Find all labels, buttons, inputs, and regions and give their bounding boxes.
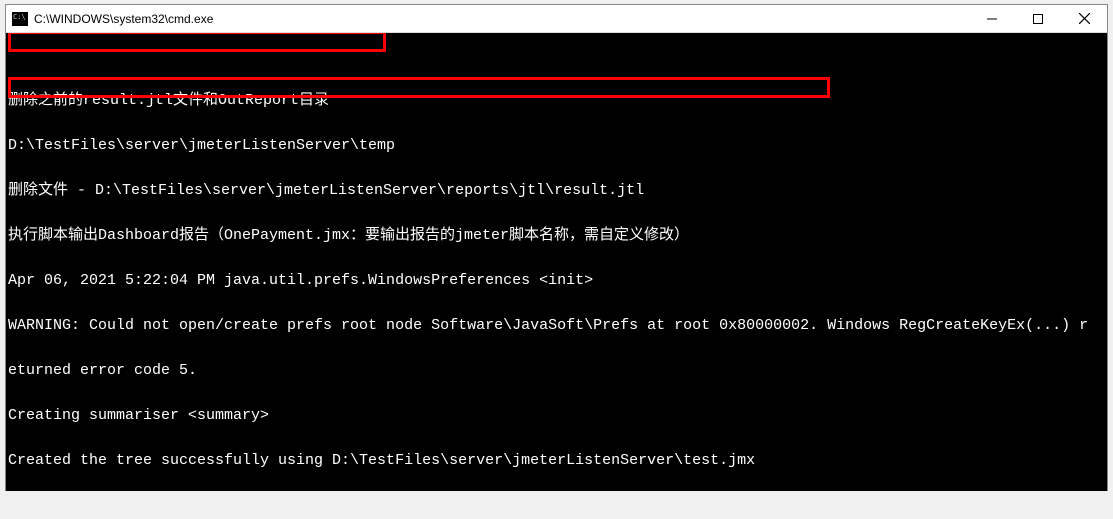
annotation-box-1: [8, 33, 386, 52]
window-controls: [969, 5, 1107, 32]
minimize-button[interactable]: [969, 5, 1015, 32]
terminal-line: Apr 06, 2021 5:22:04 PM java.util.prefs.…: [8, 273, 1105, 288]
terminal-line: Creating summariser <summary>: [8, 408, 1105, 423]
titlebar[interactable]: C:\WINDOWS\system32\cmd.exe: [6, 5, 1107, 33]
bottom-margin: [0, 491, 1113, 519]
terminal-line: 删除之前的result.jtl文件和OutReport目录: [8, 93, 1105, 108]
terminal-line: WARNING: Could not open/create prefs roo…: [8, 318, 1105, 333]
terminal-line: 删除文件 - D:\TestFiles\server\jmeterListenS…: [8, 183, 1105, 198]
cmd-icon: [12, 12, 28, 26]
terminal-line: 执行脚本输出Dashboard报告（OnePayment.jmx：要输出报告的j…: [8, 228, 1105, 243]
terminal-output[interactable]: 删除之前的result.jtl文件和OutReport目录 D:\TestFil…: [6, 33, 1107, 492]
terminal-line: eturned error code 5.: [8, 363, 1105, 378]
cmd-window: C:\WINDOWS\system32\cmd.exe 删除之前的result.…: [5, 4, 1108, 493]
maximize-button[interactable]: [1015, 5, 1061, 32]
terminal-line: D:\TestFiles\server\jmeterListenServer\t…: [8, 138, 1105, 153]
close-button[interactable]: [1061, 5, 1107, 32]
window-title: C:\WINDOWS\system32\cmd.exe: [34, 12, 969, 26]
terminal-line: Created the tree successfully using D:\T…: [8, 453, 1105, 468]
